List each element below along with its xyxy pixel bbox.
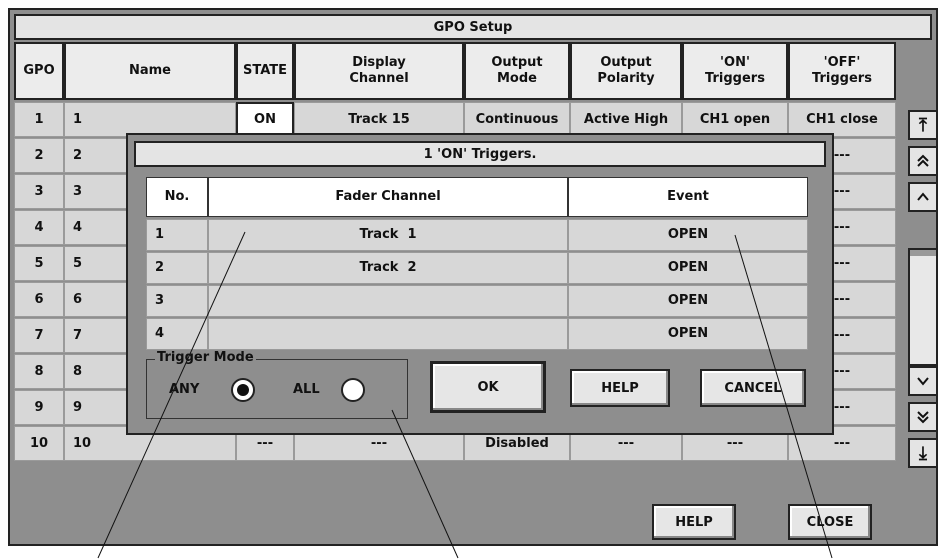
gpo-number-cell: 6	[14, 282, 64, 317]
on-triggers-dialog: 1 'ON' Triggers. No. Fader Channel Event 1 T…	[126, 133, 834, 435]
gpo-off-triggers-cell[interactable]: CH1 close	[788, 102, 896, 137]
gpo-display-channel-cell[interactable]: Track 15	[294, 102, 464, 137]
double-chevron-up-icon	[917, 154, 929, 167]
window-title: GPO Setup	[14, 14, 932, 40]
header-no: No.	[146, 177, 208, 217]
scroll-thumb[interactable]	[910, 250, 936, 256]
trigger-event-cell[interactable]: OPEN	[568, 318, 808, 350]
trigger-event-cell[interactable]: OPEN	[568, 219, 808, 251]
trigger-mode-label: Trigger Mode	[155, 350, 256, 365]
ok-button[interactable]: OK	[430, 361, 546, 413]
any-radio[interactable]	[231, 378, 255, 402]
gpo-number-cell: 9	[14, 390, 64, 425]
header-event: Event	[568, 177, 808, 217]
any-label: ANY	[169, 382, 200, 397]
trigger-mode-group: Trigger Mode ANY ALL	[146, 350, 408, 419]
gpo-number-cell: 10	[14, 426, 64, 461]
gpo-number-cell: 7	[14, 318, 64, 353]
fader-channel-cell[interactable]	[208, 318, 568, 350]
scroll-top-glyph: ⤒	[919, 114, 927, 136]
trigger-no-cell: 2	[146, 252, 208, 284]
gpo-number-cell: 3	[14, 174, 64, 209]
gpo-output-polarity-cell[interactable]: Active High	[570, 102, 682, 137]
header-name: Name	[64, 42, 236, 100]
chevron-down-icon	[917, 377, 929, 386]
fader-channel-cell[interactable]: Track 2	[208, 252, 568, 284]
gpo-number-cell: 1	[14, 102, 64, 137]
trigger-no-cell: 3	[146, 285, 208, 317]
all-label: ALL	[293, 382, 320, 397]
header-off-triggers: 'OFF' Triggers	[788, 42, 896, 100]
scroll-page-up-icon[interactable]	[908, 146, 938, 176]
header-display-channel: Display Channel	[294, 42, 464, 100]
header-output-polarity: Output Polarity	[570, 42, 682, 100]
gpo-number-cell: 4	[14, 210, 64, 245]
gpo-setup-screen: GPO Setup GPO Name STATE Display Channel Out…	[0, 0, 944, 560]
trigger-no-cell: 1	[146, 219, 208, 251]
header-on-triggers: 'ON' Triggers	[682, 42, 788, 100]
scroll-track[interactable]	[908, 248, 938, 366]
radio-selected-dot	[237, 384, 249, 396]
double-chevron-down-icon	[917, 411, 929, 424]
gpo-name-cell[interactable]: 1	[64, 102, 236, 137]
scroll-top-icon[interactable]: ⤒	[908, 110, 938, 140]
all-radio[interactable]	[341, 378, 365, 402]
gpo-state-cell[interactable]: ON	[236, 102, 294, 137]
chevron-up-icon	[917, 192, 929, 201]
trigger-event-cell[interactable]: OPEN	[568, 285, 808, 317]
header-output-mode: Output Mode	[464, 42, 570, 100]
trigger-no-cell: 4	[146, 318, 208, 350]
scroll-bottom-icon[interactable]: ⤓	[908, 438, 938, 468]
header-gpo: GPO	[14, 42, 64, 100]
gpo-number-cell: 2	[14, 138, 64, 173]
gpo-output-mode-cell[interactable]: Continuous	[464, 102, 570, 137]
dialog-help-button[interactable]: HELP	[570, 369, 670, 407]
gpo-on-triggers-cell[interactable]: CH1 open	[682, 102, 788, 137]
gpo-number-cell: 8	[14, 354, 64, 389]
scroll-down-icon[interactable]	[908, 366, 938, 396]
dialog-title: 1 'ON' Triggers.	[134, 141, 826, 167]
fader-channel-cell[interactable]: Track 1	[208, 219, 568, 251]
scroll-page-down-icon[interactable]	[908, 402, 938, 432]
scroll-up-icon[interactable]	[908, 182, 938, 212]
scroll-bottom-glyph: ⤓	[919, 442, 927, 464]
header-state: STATE	[236, 42, 294, 100]
trigger-event-cell[interactable]: OPEN	[568, 252, 808, 284]
gpo-number-cell: 5	[14, 246, 64, 281]
cancel-button[interactable]: CANCEL	[700, 369, 806, 407]
close-button[interactable]: CLOSE	[788, 504, 872, 540]
fader-channel-cell[interactable]	[208, 285, 568, 317]
help-button[interactable]: HELP	[652, 504, 736, 540]
header-fader-channel: Fader Channel	[208, 177, 568, 217]
